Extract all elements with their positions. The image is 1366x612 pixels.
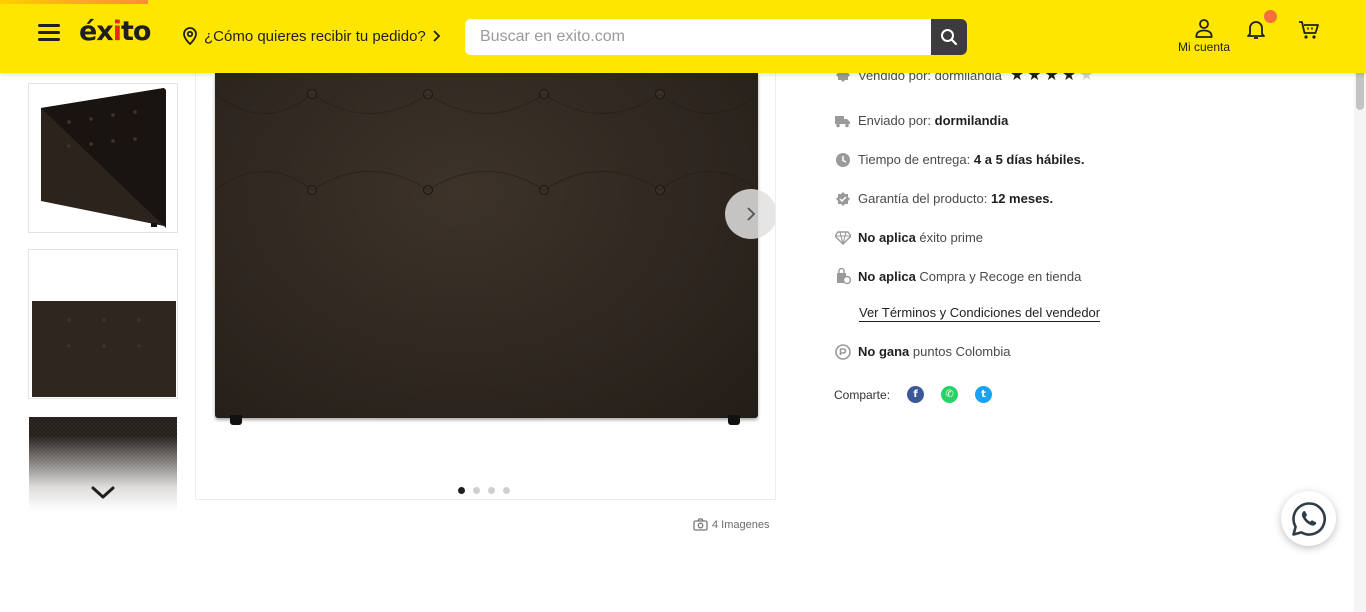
share-row: Comparte: f ✆ t [834, 386, 993, 403]
pickup-status: No aplica [858, 269, 916, 284]
points-row: No gana puntos Colombia [834, 343, 1010, 360]
search-button[interactable] [931, 19, 967, 55]
location-pin-icon [183, 27, 197, 45]
chevron-down-icon[interactable] [89, 483, 117, 503]
prime-row: No aplica éxito prime [834, 229, 983, 246]
image-count-label: 4 Imagenes [712, 518, 770, 531]
carousel-dots [458, 487, 510, 494]
thumbnail-headboard-front-image [32, 301, 176, 397]
user-icon [1195, 19, 1213, 38]
next-image-button[interactable] [725, 189, 775, 239]
search-icon [941, 29, 958, 46]
account-button[interactable]: Mi cuenta [1170, 18, 1238, 54]
delivery-time-row: Tiempo de entrega: 4 a 5 días hábiles. [834, 151, 1084, 168]
truck-icon [834, 112, 851, 129]
bell-icon [1247, 21, 1265, 39]
delivery-label: Tiempo de entrega: [858, 152, 971, 167]
product-main-image [215, 73, 758, 418]
puntos-colombia-icon [834, 343, 851, 360]
prime-status: No aplica [858, 230, 916, 245]
carousel-dot-2[interactable] [473, 487, 480, 494]
account-label: Mi cuenta [1177, 40, 1231, 54]
facebook-share-icon[interactable]: f [907, 386, 925, 403]
search-input[interactable] [465, 19, 931, 55]
camera-icon [693, 518, 708, 531]
clock-icon [834, 151, 851, 168]
thumbnail-2[interactable] [28, 249, 178, 399]
seller-terms-link[interactable]: Ver Términos y Condiciones del vendedor [859, 305, 1101, 322]
thumbnail-1[interactable] [28, 83, 178, 233]
menu-icon[interactable] [38, 24, 60, 46]
carousel-dot-3[interactable] [488, 487, 495, 494]
delivery-location-selector[interactable]: ¿Cómo quieres recibir tu pedido? [182, 27, 442, 45]
header-accent-bar [0, 0, 148, 4]
whatsapp-icon [1291, 501, 1326, 536]
notifications-button[interactable] [1245, 10, 1277, 42]
product-image-carousel[interactable] [195, 73, 776, 500]
pickup-label: Compra y Recoge en tienda [919, 269, 1082, 284]
notification-badge [1264, 10, 1277, 23]
points-status: No gana [858, 344, 910, 359]
shield-check-icon [834, 190, 851, 207]
twitter-share-icon[interactable]: t [975, 386, 993, 403]
chevron-right-icon [433, 30, 441, 42]
shipped-by-value: dormilandia [934, 113, 1009, 128]
share-label: Comparte: [834, 387, 891, 402]
thumbnail-headboard-angled-image [41, 88, 166, 228]
cart-button[interactable] [1297, 19, 1321, 43]
pickup-row: No aplica Compra y Recoge en tienda [834, 268, 1081, 285]
whatsapp-chat-button[interactable] [1281, 491, 1336, 546]
exito-logo[interactable]: éxito [79, 16, 151, 47]
image-count: 4 Imagenes [693, 518, 769, 531]
carousel-dot-1[interactable] [458, 487, 465, 494]
headboard-leg-right [728, 415, 740, 425]
warranty-value: 12 meses. [990, 191, 1054, 206]
shipped-by-label: Enviado por: [858, 113, 931, 128]
headboard-tufting-buttons [215, 89, 758, 195]
chevron-right-icon [747, 207, 756, 221]
whatsapp-share-icon[interactable]: ✆ [941, 386, 959, 403]
delivery-value: 4 a 5 días hábiles. [973, 152, 1085, 167]
shipped-by-row: Enviado por: dormilandia [834, 112, 1008, 129]
store-pickup-icon [834, 268, 851, 285]
location-prompt: ¿Cómo quieres recibir tu pedido? [204, 27, 426, 45]
carousel-dot-4[interactable] [503, 487, 510, 494]
points-label: puntos Colombia [912, 344, 1011, 359]
page-scrollbar[interactable] [1354, 0, 1366, 612]
warranty-label: Garantía del producto: [858, 191, 988, 206]
headboard-leg-left [230, 415, 242, 425]
diamond-icon [834, 229, 851, 246]
cart-icon [1299, 21, 1319, 39]
prime-label: éxito prime [919, 230, 983, 245]
search-bar [465, 19, 967, 55]
warranty-row: Garantía del producto: 12 meses. [834, 190, 1053, 207]
site-header: éxito ¿Cómo quieres recibir tu pedido? M… [0, 0, 1366, 73]
